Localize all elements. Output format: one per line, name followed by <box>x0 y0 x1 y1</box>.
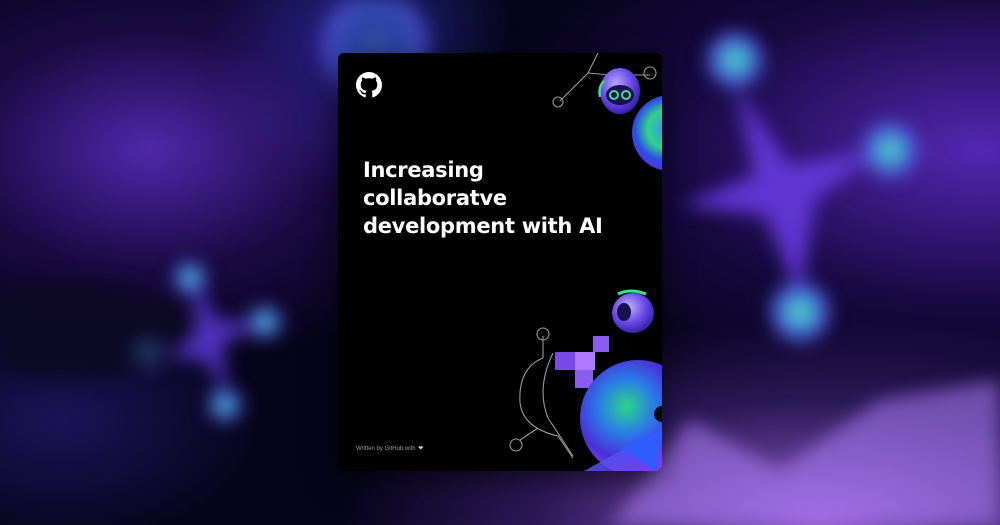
circuit-lines-bottom <box>509 327 574 459</box>
heart-icon: ❤ <box>418 446 424 452</box>
title-line-3: development with AI <box>363 214 603 238</box>
github-logo-icon <box>356 72 382 98</box>
hero-banner: Increasing collaboratve development with… <box>0 0 1000 525</box>
mascot-bottom <box>612 289 654 333</box>
cover-art-bottom <box>509 289 662 471</box>
orb-top <box>632 95 662 171</box>
byline-text: Written by GitHub with <box>356 446 416 452</box>
byline: Written by GitHub with ❤ <box>356 445 423 452</box>
cover-art-top <box>552 53 662 171</box>
ebook-cover[interactable]: Increasing collaboratve development with… <box>338 53 662 471</box>
